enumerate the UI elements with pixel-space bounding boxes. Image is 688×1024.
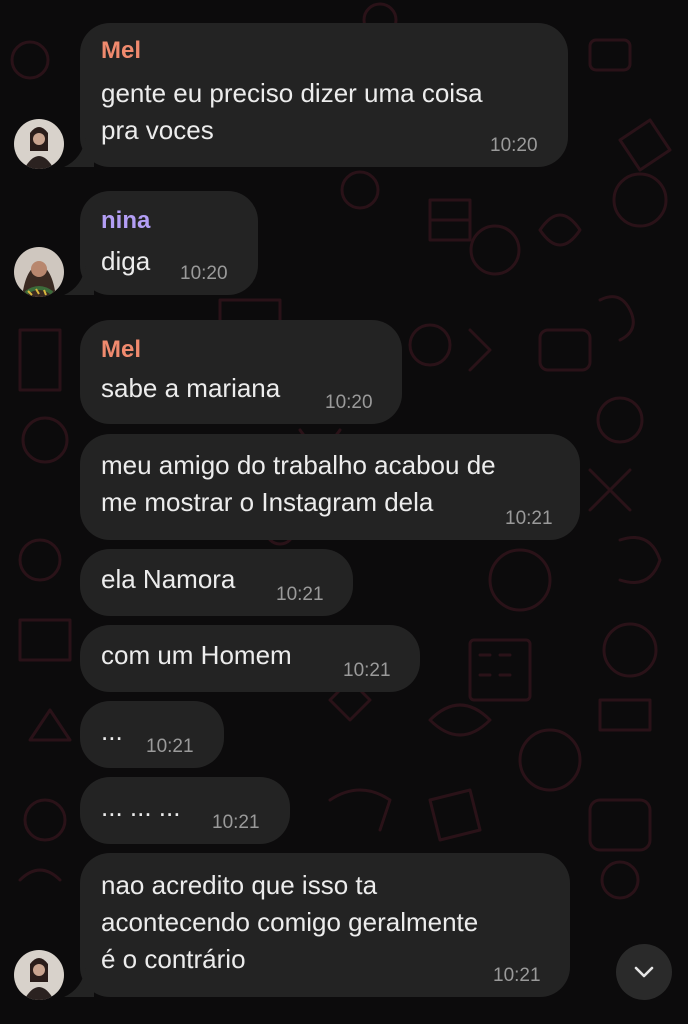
sender-name: Mel xyxy=(101,37,142,64)
sender-name: Mel xyxy=(101,336,142,363)
message-text: meu amigo do trabalho acabou de me mostr… xyxy=(101,450,496,517)
message-time: 10:21 xyxy=(493,965,541,986)
message-time: 10:21 xyxy=(146,736,194,757)
message-text: diga xyxy=(101,246,151,276)
bubble-tail xyxy=(64,137,94,167)
message-bubble[interactable]: ela Namora 10:21 xyxy=(80,549,353,616)
message-bubble[interactable]: Mel sabe a mariana 10:20 xyxy=(80,320,402,424)
message-bubble[interactable]: com um Homem 10:21 xyxy=(80,625,420,692)
message-text: com um Homem xyxy=(101,640,292,670)
message-time: 10:21 xyxy=(343,660,391,681)
message-time: 10:21 xyxy=(505,508,553,529)
message-time: 10:21 xyxy=(212,812,260,833)
message-bubble[interactable]: Mel gente eu preciso dizer uma coisa pra… xyxy=(80,23,568,167)
message-text: ela Namora xyxy=(101,564,236,594)
chevron-down-icon xyxy=(634,966,654,978)
message-bubble[interactable]: nina diga 10:20 xyxy=(80,191,258,295)
message-bubble[interactable]: meu amigo do trabalho acabou de me mostr… xyxy=(80,434,580,540)
message-time: 10:20 xyxy=(325,392,373,413)
avatar[interactable] xyxy=(14,119,64,169)
avatar[interactable] xyxy=(14,950,64,1000)
message-time: 10:20 xyxy=(490,135,538,156)
message-bubble[interactable]: ... ... ... 10:21 xyxy=(80,777,290,844)
bubble-tail xyxy=(64,967,94,997)
bubble-tail xyxy=(64,265,94,295)
message-text: gente eu preciso dizer uma coisa pra voc… xyxy=(101,78,483,145)
message-text: sabe a mariana xyxy=(101,373,281,403)
message-text: nao acredito que isso ta acontecendo com… xyxy=(101,870,479,974)
message-time: 10:20 xyxy=(180,263,228,284)
message-text: ... xyxy=(101,716,123,746)
avatar[interactable] xyxy=(14,247,64,297)
message-bubble[interactable]: ... 10:21 xyxy=(80,701,224,768)
message-text: ... ... ... xyxy=(101,792,181,822)
chat-screen: Mel gente eu preciso dizer uma coisa pra… xyxy=(0,0,688,1024)
message-bubble[interactable]: nao acredito que isso ta acontecendo com… xyxy=(80,853,570,997)
sender-name: nina xyxy=(101,207,151,234)
scroll-to-bottom-button[interactable] xyxy=(616,944,672,1000)
message-time: 10:21 xyxy=(276,584,324,605)
